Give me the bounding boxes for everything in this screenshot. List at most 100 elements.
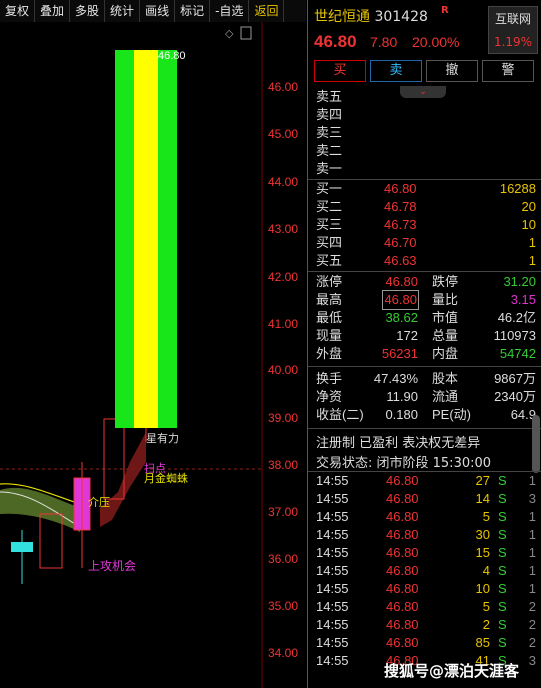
stat-row: 最高 46.80 量比 3.15 — [316, 290, 536, 310]
tick-direction: S — [498, 581, 507, 596]
tick-time: 14:55 — [316, 473, 349, 488]
bid-row: 买二 46.78 20 — [316, 198, 536, 216]
outer-vol-value: 56231 — [381, 346, 418, 361]
tick-count: 1 — [528, 545, 536, 560]
tick-volume: 85 — [475, 635, 490, 650]
stat-row: 净资 11.90 流通 2340万 — [316, 388, 536, 406]
toolbar-watchlist-button[interactable]: -自选 — [210, 0, 250, 22]
price-tick: 38.00 — [268, 458, 299, 472]
tick-row: 14:55 46.80 14 S 3 — [316, 490, 536, 508]
bid-volume: 10 — [521, 217, 536, 232]
tick-count: 2 — [528, 617, 536, 632]
price-tick: 39.00 — [268, 411, 299, 425]
toolbar-fuquan-button[interactable]: 复权 — [0, 0, 36, 22]
divider — [308, 428, 541, 429]
net-assets-label: 净资 — [316, 389, 343, 404]
volume-ratio-value: 3.15 — [510, 292, 536, 307]
watermark: 搜狐号@漂泊天涯客 — [384, 662, 520, 680]
buy-button[interactable]: 买 — [314, 60, 366, 82]
tick-time: 14:55 — [316, 527, 349, 542]
limit-up-label: 涨停 — [316, 274, 343, 289]
chart-toolbar: 复权 叠加 多股 统计 画线 标记 -自选 返回 — [0, 0, 306, 23]
tick-price: 46.80 — [386, 527, 419, 542]
tick-count: 1 — [528, 509, 536, 524]
volume-ratio-label: 量比 — [432, 292, 459, 307]
tick-price: 46.80 — [386, 491, 419, 506]
tick-count: 3 — [528, 653, 536, 668]
inner-vol-value: 54742 — [499, 346, 536, 361]
bid-label: 买三 — [316, 217, 343, 232]
tick-row: 14:55 46.80 10 S 1 — [316, 580, 536, 598]
tick-row: 14:55 46.80 4 S 1 — [316, 562, 536, 580]
tick-price: 46.80 — [386, 635, 419, 650]
stock-header: 世纪恒通 301428 — [314, 6, 428, 26]
tick-direction: S — [498, 473, 507, 488]
kline-chart[interactable]: ◇ 46.80 星有力 扫点 月金蜘蛛 介压 上攻机会 — [0, 22, 306, 688]
bid-label: 买四 — [316, 235, 343, 250]
last-price-marker: 46.80 — [158, 50, 186, 62]
tick-count: 1 — [528, 563, 536, 578]
price-tick: 35.00 — [268, 599, 299, 613]
current-vol-label: 现量 — [316, 328, 343, 343]
alert-button[interactable]: 警 — [482, 60, 534, 82]
sector-box[interactable]: 互联网 1.19% — [488, 6, 538, 54]
annotation-star-power: 星有力 — [146, 432, 179, 445]
tick-row: 14:55 46.80 27 S 1 — [316, 472, 536, 490]
tick-price: 46.80 — [386, 509, 419, 524]
tick-row: 14:55 46.80 5 S 2 — [316, 598, 536, 616]
tick-price: 46.80 — [386, 545, 419, 560]
bid-price: 46.70 — [384, 235, 417, 250]
outer-vol-label: 外盘 — [316, 346, 343, 361]
ask-label: 卖一 — [316, 161, 343, 176]
bid-volume: 1 — [528, 253, 536, 268]
total-vol-value: 110973 — [493, 328, 536, 343]
back-button[interactable]: 返回 — [249, 0, 285, 22]
bid-row: 买一 46.80 16288 — [316, 180, 536, 198]
tick-direction: S — [498, 635, 507, 650]
stock-name[interactable]: 世纪恒通 — [314, 9, 370, 25]
inner-vol-label: 内盘 — [432, 346, 459, 361]
bid-volume: 1 — [528, 235, 536, 250]
ask-label: 卖二 — [316, 143, 343, 158]
sector-change-pct: 1.19% — [493, 35, 533, 49]
float-shares-value: 2340万 — [494, 389, 536, 404]
toolbar-overlay-button[interactable]: 叠加 — [35, 0, 71, 22]
tick-direction: S — [498, 527, 507, 542]
current-vol-value: 172 — [396, 328, 418, 343]
stat-row: 收益(二) 0.180 PE(动) 64.9 — [316, 406, 536, 424]
bid-price: 46.63 — [384, 253, 417, 268]
ask-label: 卖四 — [316, 107, 343, 122]
scrollbar[interactable] — [532, 415, 540, 473]
annotation-golden-spider: 月金蜘蛛 — [144, 472, 188, 485]
tick-time: 14:55 — [316, 635, 349, 650]
price-change: 7.80 — [370, 34, 398, 50]
bid-row: 买五 46.63 1 — [316, 252, 536, 270]
toolbar-mark-button[interactable]: 标记 — [175, 0, 211, 22]
tick-row: 14:55 46.80 30 S 1 — [316, 526, 536, 544]
trend-band-red — [100, 432, 146, 527]
stat-row: 最低 38.62 市值 46.2亿 — [316, 309, 536, 327]
toolbar-stats-button[interactable]: 统计 — [105, 0, 141, 22]
toolbar-multistock-button[interactable]: 多股 — [70, 0, 106, 22]
tick-direction: S — [498, 545, 507, 560]
tick-price: 46.80 — [386, 581, 419, 596]
price-tick: 37.00 — [268, 505, 299, 519]
toolbar-draw-button[interactable]: 画线 — [140, 0, 176, 22]
tick-volume: 2 — [482, 617, 490, 632]
panel-toggle-icon — [240, 26, 252, 40]
bid-row: 买四 46.70 1 — [316, 234, 536, 252]
bid-price: 46.80 — [384, 181, 417, 196]
tick-volume: 5 — [482, 509, 490, 524]
tick-volume: 30 — [475, 527, 490, 542]
limit-down-label: 跌停 — [432, 274, 459, 289]
tick-time: 14:55 — [316, 653, 349, 668]
sell-button[interactable]: 卖 — [370, 60, 422, 82]
cancel-order-button[interactable]: 撤 — [426, 60, 478, 82]
price-tick: 34.00 — [268, 646, 299, 660]
tick-count: 2 — [528, 635, 536, 650]
ask-row: 卖四 — [316, 106, 536, 124]
tick-time: 14:55 — [316, 509, 349, 524]
bid-label: 买一 — [316, 181, 343, 196]
tick-time: 14:55 — [316, 563, 349, 578]
tick-volume: 5 — [482, 599, 490, 614]
